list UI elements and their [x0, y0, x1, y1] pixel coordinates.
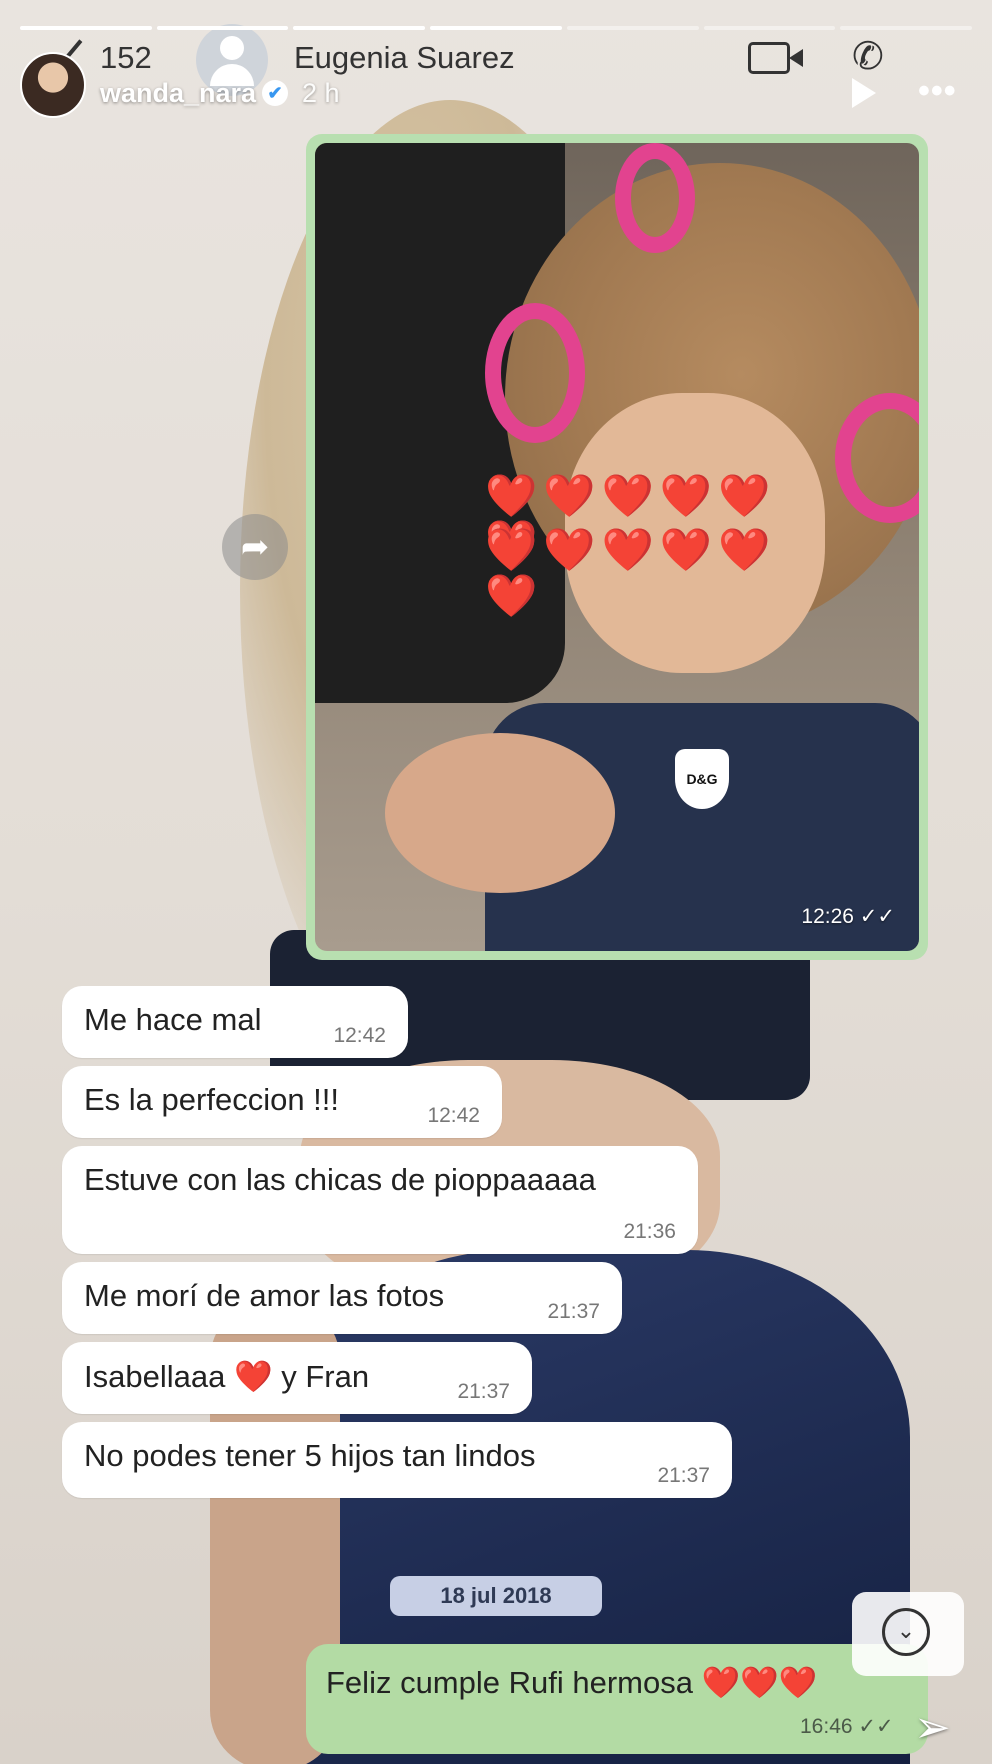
message-time: 12:42: [427, 1104, 480, 1127]
message-text: Me hace mal: [84, 1002, 262, 1037]
image-message-bubble[interactable]: D&G ❤️❤️❤️❤️❤️❤️ ❤️❤️❤️❤️❤️❤️ 12:26 ✓✓: [306, 134, 928, 960]
message-text: Feliz cumple Rufi hermosa ❤️❤️❤️: [326, 1665, 818, 1700]
message-text: Estuve con las chicas de pioppaaaaa: [84, 1162, 596, 1197]
message-text-part: Isabellaaa: [84, 1359, 226, 1394]
progress-segment: [156, 26, 289, 30]
received-message[interactable]: Isabellaaa ❤️ y Fran 21:37: [62, 1342, 532, 1414]
received-message[interactable]: Es la perfeccion !!! 12:42: [62, 1066, 502, 1138]
photo-curler: [615, 143, 695, 253]
message-time: 21:36: [623, 1220, 676, 1243]
story-progress-bar: [20, 26, 973, 30]
video-call-icon[interactable]: [748, 42, 803, 74]
story-avatar[interactable]: [20, 52, 86, 118]
progress-segment: [840, 26, 973, 30]
received-message[interactable]: Me hace mal 12:42: [62, 986, 408, 1058]
date-separator: 18 jul 2018: [390, 1576, 602, 1616]
phone-call-icon[interactable]: ✆: [852, 34, 884, 79]
message-text: Me morí de amor las fotos: [84, 1278, 445, 1313]
received-message[interactable]: Me morí de amor las fotos 21:37: [62, 1262, 622, 1334]
progress-segment: [703, 26, 836, 30]
story-screen: 152 Eugenia Suarez ✆ wanda_nara ✔ 2 h ••…: [0, 0, 992, 1764]
image-timestamp: 12:26 ✓✓: [801, 905, 895, 928]
message-time: 21:37: [547, 1300, 600, 1323]
verified-icon: ✔: [262, 80, 288, 106]
photo-hand: [385, 733, 615, 893]
send-icon[interactable]: ➢: [914, 1702, 951, 1753]
contact-name[interactable]: Eugenia Suarez: [294, 40, 515, 76]
received-message[interactable]: Estuve con las chicas de pioppaaaaa 21:3…: [62, 1146, 698, 1254]
sent-message[interactable]: Feliz cumple Rufi hermosa ❤️❤️❤️ 16:46 ✓…: [306, 1644, 928, 1754]
message-time: 12:42: [333, 1024, 386, 1047]
photo-curler: [485, 303, 585, 443]
heart-emoji: ❤️: [233, 1359, 273, 1394]
story-time: 2 h: [302, 78, 340, 108]
message-time: 16:46 ✓✓: [800, 1715, 894, 1738]
hearts-sticker-row-2: ❤️❤️❤️❤️❤️❤️: [485, 526, 777, 619]
progress-segment: [430, 26, 562, 30]
scroll-down-icon: ⌄: [882, 1608, 930, 1656]
progress-segment: [566, 26, 699, 30]
progress-segment: [293, 26, 426, 30]
message-time: 21:37: [457, 1380, 510, 1403]
share-icon[interactable]: ➦: [222, 514, 288, 580]
shared-photo[interactable]: D&G ❤️❤️❤️❤️❤️❤️ ❤️❤️❤️❤️❤️❤️ 12:26 ✓✓: [315, 143, 919, 951]
message-text: Isabellaaa ❤️ y Fran: [84, 1358, 369, 1395]
message-text: No podes tener 5 hijos tan lindos: [84, 1438, 536, 1473]
message-text: Es la perfeccion !!!: [84, 1082, 340, 1117]
message-text-part: y Fran: [281, 1359, 370, 1394]
photo-logo: D&G: [675, 749, 729, 809]
received-message[interactable]: No podes tener 5 hijos tan lindos 21:37: [62, 1422, 732, 1498]
unread-count: 152: [100, 40, 152, 75]
more-icon[interactable]: •••: [918, 72, 957, 111]
scroll-down-button[interactable]: ⌄: [852, 1592, 964, 1676]
story-username[interactable]: wanda_nara: [100, 78, 256, 109]
play-icon[interactable]: [852, 78, 876, 108]
progress-segment: [20, 26, 152, 30]
message-time: 21:37: [657, 1464, 710, 1487]
